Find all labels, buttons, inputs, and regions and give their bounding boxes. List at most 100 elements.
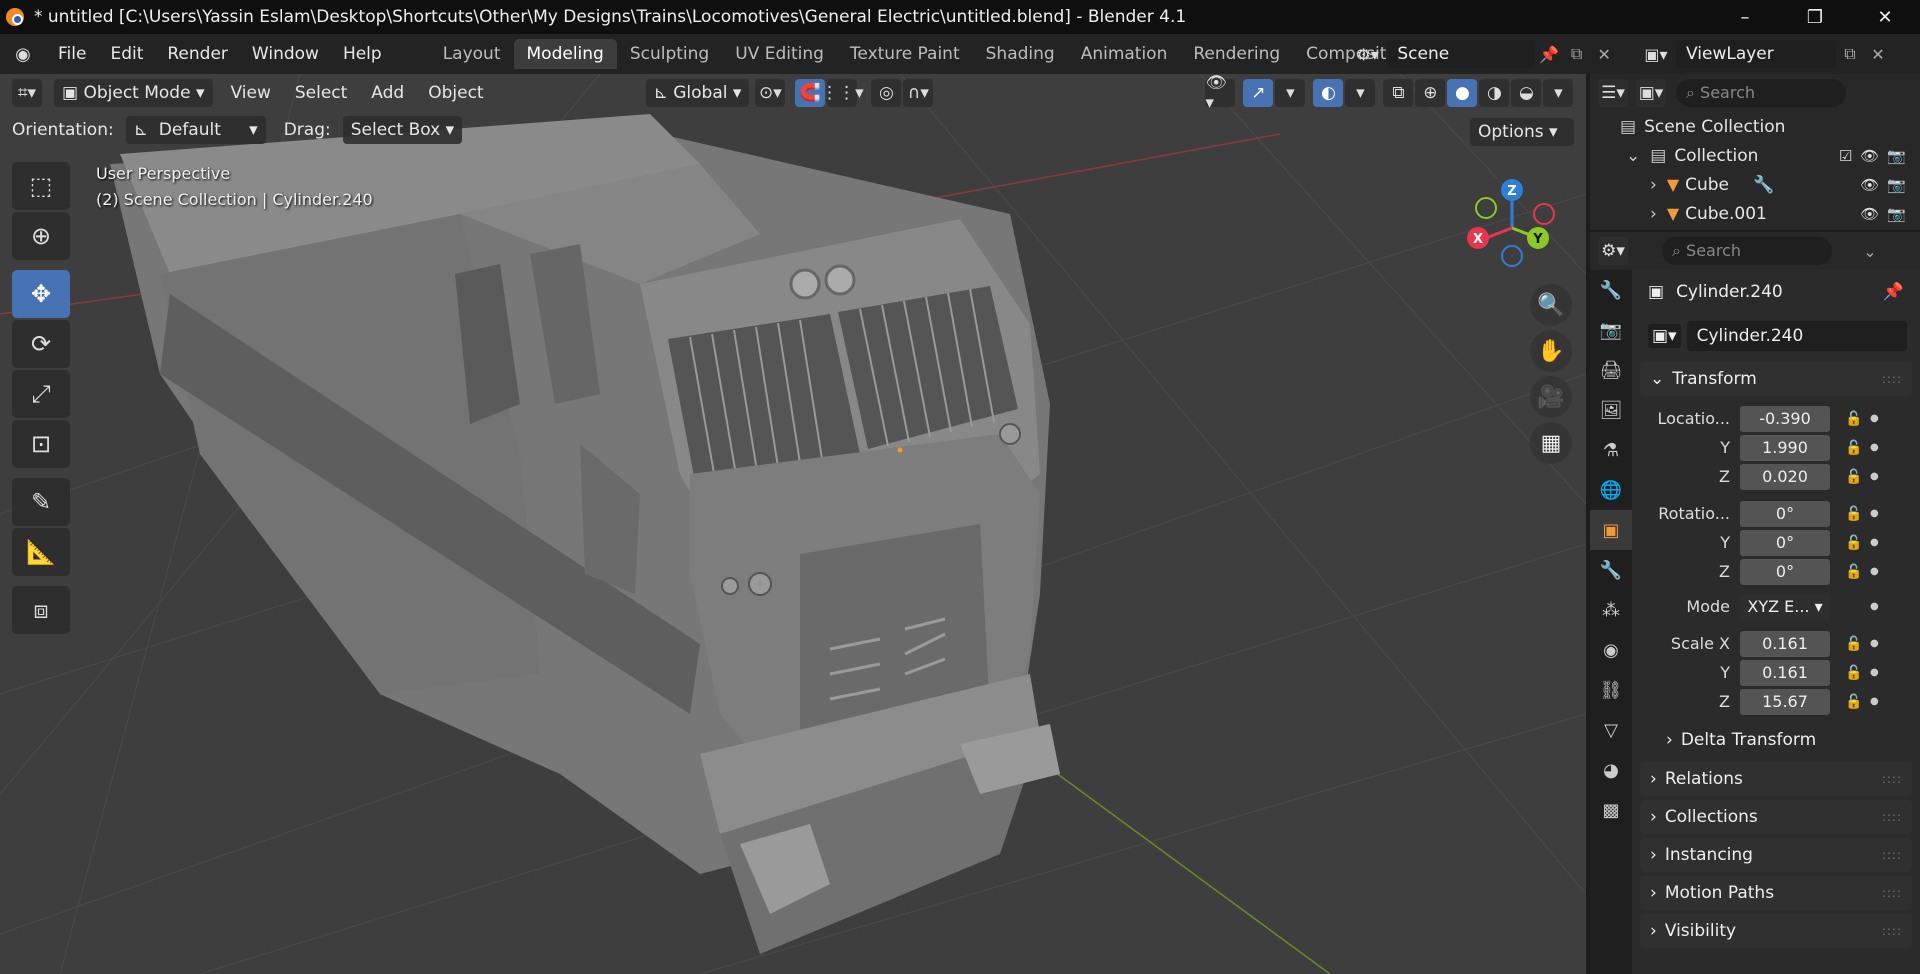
- 3d-viewport[interactable]: ⌗▾ ▣ Object Mode ▾ View Select Add Objec…: [0, 74, 1586, 974]
- wireframe-shading-icon[interactable]: ⊕: [1415, 79, 1446, 107]
- render-tab-icon[interactable]: 📷: [1590, 310, 1632, 350]
- chevron-down-icon[interactable]: ⌄: [1856, 237, 1884, 265]
- drag-dropdown[interactable]: Select Box ▾: [342, 116, 463, 144]
- pin-icon[interactable]: 📌: [1883, 282, 1904, 302]
- chevron-right-icon[interactable]: ›: [1650, 175, 1657, 195]
- location-y-field[interactable]: 1.990: [1740, 434, 1830, 461]
- gizmo-toggle-icon[interactable]: ↗: [1243, 79, 1274, 107]
- proportional-edit-icon[interactable]: ◎: [871, 79, 902, 107]
- eye-icon[interactable]: 👁: [1860, 176, 1879, 194]
- tab-rendering[interactable]: Rendering: [1180, 39, 1293, 69]
- outliner-search-input[interactable]: ⌕ Search: [1676, 79, 1846, 107]
- location-x-field[interactable]: -0.390: [1740, 405, 1830, 432]
- measure-tool-icon[interactable]: 📐: [12, 528, 70, 576]
- modifier-tab-icon[interactable]: 🔧: [1590, 550, 1632, 590]
- menu-render[interactable]: Render: [155, 34, 240, 74]
- overlays-dropdown-icon[interactable]: ▾: [1345, 79, 1376, 107]
- pan-hand-icon[interactable]: ✋: [1530, 330, 1572, 372]
- scene-browse-icon[interactable]: ⚙▾: [1348, 40, 1387, 68]
- pivot-point-icon[interactable]: ⊙▾: [755, 79, 786, 107]
- transform-orientation-dropdown[interactable]: ⊾ Global ▾: [645, 79, 750, 107]
- outliner-row-cube-001[interactable]: › ▼ Cube.001 👁 📷: [1590, 199, 1920, 228]
- camera-view-icon[interactable]: 🎥: [1530, 376, 1572, 418]
- grip-icon[interactable]: ::::: [1882, 924, 1902, 938]
- lock-icon[interactable]: 🔓: [1842, 564, 1866, 580]
- overlays-toggle-icon[interactable]: ◐: [1313, 79, 1344, 107]
- delta-transform-header[interactable]: › Delta Transform: [1640, 722, 1912, 758]
- object-mode-dropdown[interactable]: ▣ Object Mode ▾: [54, 79, 213, 107]
- scale-z-field[interactable]: 15.67: [1740, 688, 1830, 715]
- data-tab-icon[interactable]: ▽: [1590, 710, 1632, 750]
- rotation-x-field[interactable]: 0°: [1740, 500, 1830, 527]
- add-cube-tool-icon[interactable]: ⧈: [12, 586, 70, 634]
- grip-icon[interactable]: ::::: [1882, 886, 1902, 900]
- transform-tool-icon[interactable]: ⊡: [12, 420, 70, 468]
- display-mode-icon[interactable]: ▣▾: [1636, 79, 1666, 107]
- keyframe-dot-icon[interactable]: ●: [1870, 696, 1879, 707]
- gizmo-dropdown-icon[interactable]: ▾: [1275, 79, 1306, 107]
- relations-panel-header[interactable]: › Relations ::::: [1640, 762, 1912, 796]
- transform-panel-header[interactable]: ⌄ Transform ::::: [1640, 362, 1912, 396]
- keyframe-dot-icon[interactable]: ●: [1870, 667, 1879, 678]
- tab-sculpting[interactable]: Sculpting: [617, 39, 722, 69]
- rotation-z-field[interactable]: 0°: [1740, 558, 1830, 585]
- lock-icon[interactable]: 🔓: [1842, 440, 1866, 456]
- pin-icon[interactable]: 📌: [1535, 40, 1563, 68]
- tool-tab-icon[interactable]: 🔧: [1590, 270, 1632, 310]
- world-tab-icon[interactable]: 🌐: [1590, 470, 1632, 510]
- visibility-panel-header[interactable]: › Visibility ::::: [1640, 914, 1912, 948]
- menu-file[interactable]: File: [46, 34, 98, 74]
- particles-tab-icon[interactable]: ⁂: [1590, 590, 1632, 630]
- menu-view[interactable]: View: [219, 83, 283, 103]
- keyframe-dot-icon[interactable]: ●: [1870, 601, 1879, 612]
- rotation-mode-dropdown[interactable]: XYZ E... ▾: [1740, 593, 1830, 620]
- tab-layout[interactable]: Layout: [430, 39, 514, 69]
- keyframe-dot-icon[interactable]: ●: [1870, 638, 1879, 649]
- checkbox-icon[interactable]: ☑: [1839, 147, 1852, 165]
- new-view-layer-icon[interactable]: ⧉: [1836, 40, 1864, 68]
- maximize-button[interactable]: ❐: [1780, 0, 1850, 34]
- outliner-row-cube[interactable]: › ▼ Cube 🔧 👁 📷: [1590, 170, 1920, 199]
- options-dropdown[interactable]: Options ▾: [1470, 118, 1574, 146]
- object-name-field[interactable]: Cylinder.240: [1686, 321, 1907, 351]
- cursor-tool-icon[interactable]: ⊕: [12, 212, 70, 260]
- outliner-row-collection[interactable]: ⌄ ▤ Collection ☑ 👁 📷: [1590, 141, 1920, 170]
- menu-window[interactable]: Window: [240, 34, 331, 74]
- xray-toggle-icon[interactable]: ⧉: [1383, 79, 1414, 107]
- texture-tab-icon[interactable]: ▩: [1590, 790, 1632, 830]
- grip-icon[interactable]: ::::: [1882, 772, 1902, 786]
- tab-animation[interactable]: Animation: [1068, 39, 1181, 69]
- lock-icon[interactable]: 🔓: [1842, 535, 1866, 551]
- keyframe-dot-icon[interactable]: ●: [1870, 413, 1879, 424]
- orientation-dropdown[interactable]: ⊾ Default ▾: [125, 116, 266, 144]
- scene-tab-icon[interactable]: ⚗: [1590, 430, 1632, 470]
- view-layer-tab-icon[interactable]: 🖼: [1590, 390, 1632, 430]
- eye-icon[interactable]: 👁: [1860, 205, 1879, 223]
- grip-icon[interactable]: ::::: [1882, 372, 1902, 386]
- menu-add[interactable]: Add: [359, 83, 416, 103]
- annotate-tool-icon[interactable]: ✎: [12, 478, 70, 526]
- chevron-down-icon[interactable]: ⌄: [1626, 146, 1640, 166]
- material-tab-icon[interactable]: ◕: [1590, 750, 1632, 790]
- menu-edit[interactable]: Edit: [98, 34, 155, 74]
- rendered-shading-icon[interactable]: ◒: [1511, 79, 1542, 107]
- grip-icon[interactable]: ::::: [1882, 810, 1902, 824]
- constraints-tab-icon[interactable]: ⛓: [1590, 670, 1632, 710]
- tab-texture-paint[interactable]: Texture Paint: [837, 39, 973, 69]
- menu-help[interactable]: Help: [331, 34, 394, 74]
- delete-view-layer-icon[interactable]: ✕: [1864, 40, 1892, 68]
- lock-icon[interactable]: 🔓: [1842, 506, 1866, 522]
- eye-icon[interactable]: 👁: [1860, 147, 1879, 165]
- editor-type-icon[interactable]: ⌗▾: [12, 79, 42, 107]
- outliner-row-scene-collection[interactable]: ▤ Scene Collection: [1590, 112, 1920, 141]
- tab-uv-editing[interactable]: UV Editing: [722, 39, 837, 69]
- scale-x-field[interactable]: 0.161: [1740, 630, 1830, 657]
- solid-shading-icon[interactable]: ●: [1447, 79, 1478, 107]
- delete-scene-icon[interactable]: ✕: [1590, 40, 1618, 68]
- camera-icon[interactable]: 📷: [1887, 147, 1906, 165]
- chevron-right-icon[interactable]: ›: [1650, 204, 1657, 224]
- menu-object[interactable]: Object: [416, 83, 495, 103]
- keyframe-dot-icon[interactable]: ●: [1870, 471, 1879, 482]
- rotate-tool-icon[interactable]: ⟳: [12, 320, 70, 368]
- keyframe-dot-icon[interactable]: ●: [1870, 566, 1879, 577]
